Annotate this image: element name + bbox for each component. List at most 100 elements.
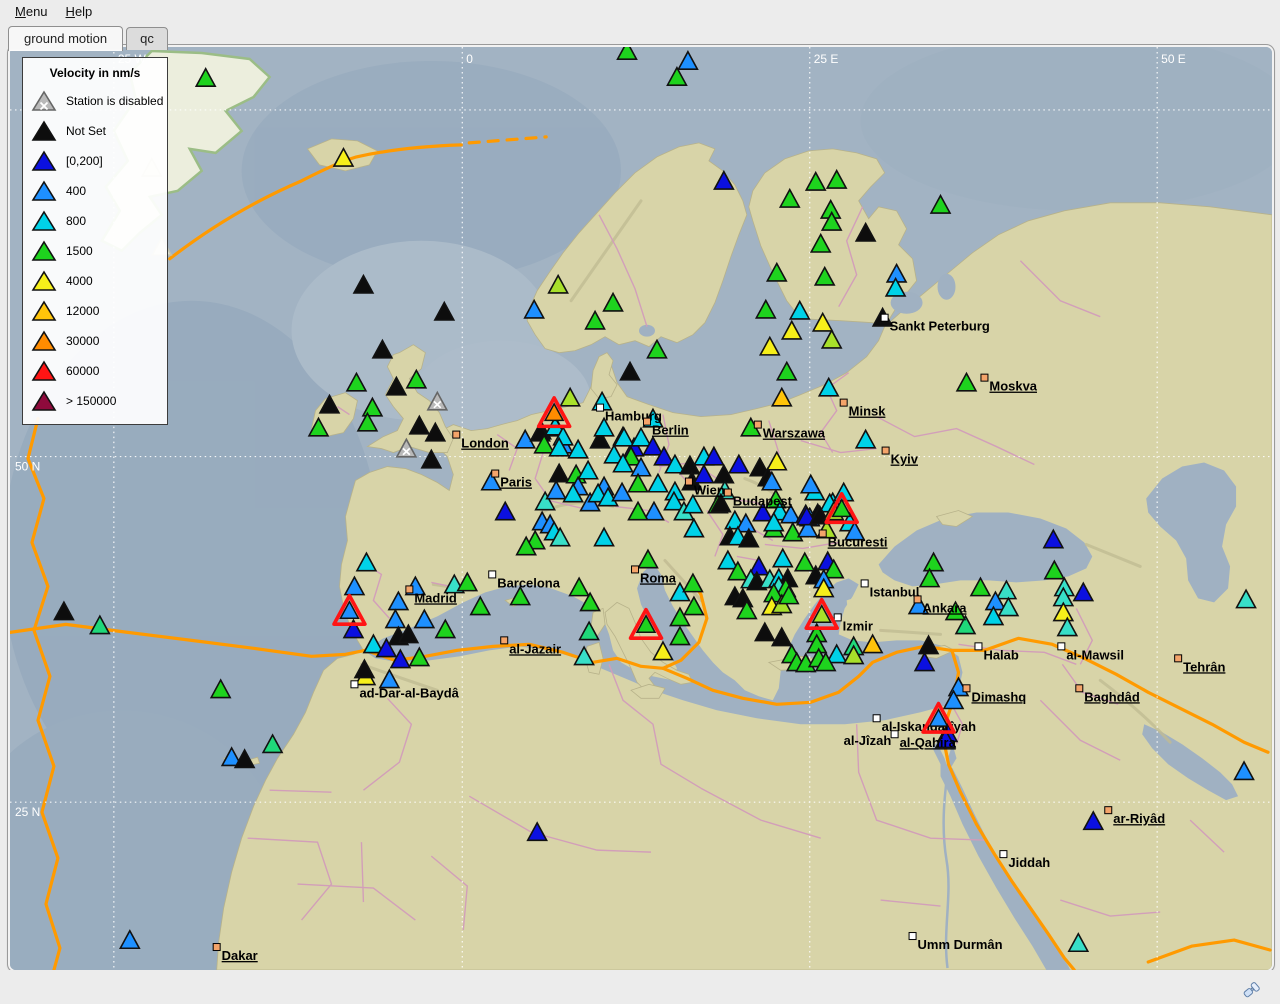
city-label: ad-Dar-al-Baydâ bbox=[359, 685, 459, 700]
connection-plug-icon[interactable] bbox=[1240, 980, 1260, 1000]
legend-item: 30000 bbox=[31, 326, 159, 356]
capital-square-icon bbox=[1105, 807, 1112, 814]
capital-square-icon bbox=[840, 399, 847, 406]
tab-qc[interactable]: qc bbox=[126, 27, 168, 50]
legend-triangle-icon bbox=[31, 120, 57, 142]
legend-label: [0,200] bbox=[66, 154, 103, 168]
city-label: Budapest bbox=[733, 494, 793, 509]
legend-triangle-icon bbox=[31, 180, 57, 202]
legend-item: 12000 bbox=[31, 296, 159, 326]
city-marker-al-Jîzah: al-Jîzah bbox=[844, 733, 892, 748]
city-label: Sankt Peterburg bbox=[890, 319, 990, 334]
menu-item-menu[interactable]: Menu bbox=[6, 2, 57, 21]
city-label: Wien bbox=[694, 483, 725, 498]
legend-triangle-icon bbox=[31, 150, 57, 172]
lake-onega bbox=[938, 274, 956, 300]
menu-item-help[interactable]: Help bbox=[57, 2, 102, 21]
city-label: Berlin bbox=[652, 423, 689, 438]
grid-label: 50 E bbox=[1161, 52, 1186, 66]
capital-square-icon bbox=[963, 685, 970, 692]
capital-square-icon bbox=[724, 489, 731, 496]
city-square-icon bbox=[834, 614, 841, 621]
capital-square-icon bbox=[453, 431, 460, 438]
city-square-icon bbox=[1000, 851, 1007, 858]
legend-triangle-icon bbox=[31, 90, 57, 112]
capital-square-icon bbox=[914, 596, 921, 603]
legend-item: 1500 bbox=[31, 236, 159, 266]
city-label: Umm Durmân bbox=[918, 937, 1003, 952]
city-square-icon bbox=[489, 571, 496, 578]
status-bar bbox=[0, 970, 1280, 1004]
legend-label: 4000 bbox=[66, 274, 93, 288]
map-panel: 25 W025 E50 E50 N25 N LondonParisMadridB… bbox=[8, 45, 1274, 972]
city-label: al-Jîzah bbox=[844, 733, 892, 748]
capital-square-icon bbox=[492, 470, 499, 477]
legend-triangle-icon bbox=[31, 360, 57, 382]
city-label: Roma bbox=[640, 570, 677, 585]
city-label: Kyiv bbox=[891, 452, 919, 467]
velocity-legend: Velocity in nm/s Station is disabled Not … bbox=[22, 57, 168, 425]
legend-item: 800 bbox=[31, 206, 159, 236]
grid-label: 0 bbox=[466, 52, 473, 66]
capital-square-icon bbox=[1175, 655, 1182, 662]
city-label: Bucuresti bbox=[828, 534, 888, 549]
legend-label: Station is disabled bbox=[66, 94, 163, 108]
city-label: Paris bbox=[500, 475, 532, 490]
legend-triangle-icon bbox=[31, 390, 57, 412]
capital-square-icon bbox=[685, 478, 692, 485]
tab-ground-motion[interactable]: ground motion bbox=[8, 26, 123, 51]
city-label: Tehrân bbox=[1183, 659, 1225, 674]
city-label: London bbox=[461, 436, 509, 451]
capital-square-icon bbox=[632, 566, 639, 573]
legend-triangle-icon bbox=[31, 330, 57, 352]
city-square-icon bbox=[881, 314, 888, 321]
legend-label: 60000 bbox=[66, 364, 99, 378]
capital-square-icon bbox=[882, 447, 889, 454]
legend-label: 800 bbox=[66, 214, 86, 228]
city-label: Dimashq bbox=[971, 689, 1026, 704]
menubar: MenuHelp bbox=[0, 0, 1280, 22]
legend-item: [0,200] bbox=[31, 146, 159, 176]
city-label: Barcelona bbox=[497, 575, 560, 590]
city-label: Izmir bbox=[843, 618, 873, 633]
city-label: Madrid bbox=[414, 590, 457, 605]
grid-label: 25 E bbox=[814, 52, 839, 66]
grid-label: 50 N bbox=[15, 460, 40, 474]
map-canvas[interactable]: 25 W025 E50 E50 N25 N LondonParisMadridB… bbox=[10, 47, 1272, 970]
legend-label: Not Set bbox=[66, 124, 106, 138]
city-label: Istanbul bbox=[870, 584, 920, 599]
legend-label: 12000 bbox=[66, 304, 99, 318]
city-label: al-Qahira bbox=[900, 735, 957, 750]
legend-item: 4000 bbox=[31, 266, 159, 296]
legend-item: Station is disabled bbox=[31, 86, 159, 116]
legend-item: 60000 bbox=[31, 356, 159, 386]
city-label: al-Jazair bbox=[509, 641, 561, 656]
capital-square-icon bbox=[819, 530, 826, 537]
legend-title: Velocity in nm/s bbox=[31, 66, 159, 80]
city-square-icon bbox=[351, 681, 358, 688]
legend-label: 30000 bbox=[66, 334, 99, 348]
city-label: Ankara bbox=[923, 600, 968, 615]
city-label: Baghdâd bbox=[1084, 689, 1140, 704]
city-label: Warszawa bbox=[763, 426, 826, 441]
city-label: Minsk bbox=[849, 404, 887, 419]
legend-triangle-icon bbox=[31, 210, 57, 232]
capital-square-icon bbox=[213, 944, 220, 951]
city-label: Hamburg bbox=[605, 409, 662, 424]
city-square-icon bbox=[909, 933, 916, 940]
legend-triangle-icon bbox=[31, 300, 57, 322]
legend-triangle-icon bbox=[31, 270, 57, 292]
capital-square-icon bbox=[1076, 685, 1083, 692]
city-label: Jiddah bbox=[1008, 855, 1050, 870]
application-window: { "window": { "menu": [ {"label": "Menu"… bbox=[0, 0, 1280, 1004]
legend-label: > 150000 bbox=[66, 394, 116, 408]
legend-label: 400 bbox=[66, 184, 86, 198]
capital-square-icon bbox=[981, 374, 988, 381]
capital-square-icon bbox=[406, 586, 413, 593]
city-label: ar-Riyâd bbox=[1113, 811, 1165, 826]
capital-square-icon bbox=[501, 637, 508, 644]
tab-bar: ground motionqc bbox=[8, 25, 171, 50]
city-square-icon bbox=[1058, 643, 1065, 650]
city-label: Moskva bbox=[989, 379, 1037, 394]
capital-square-icon bbox=[643, 418, 650, 425]
